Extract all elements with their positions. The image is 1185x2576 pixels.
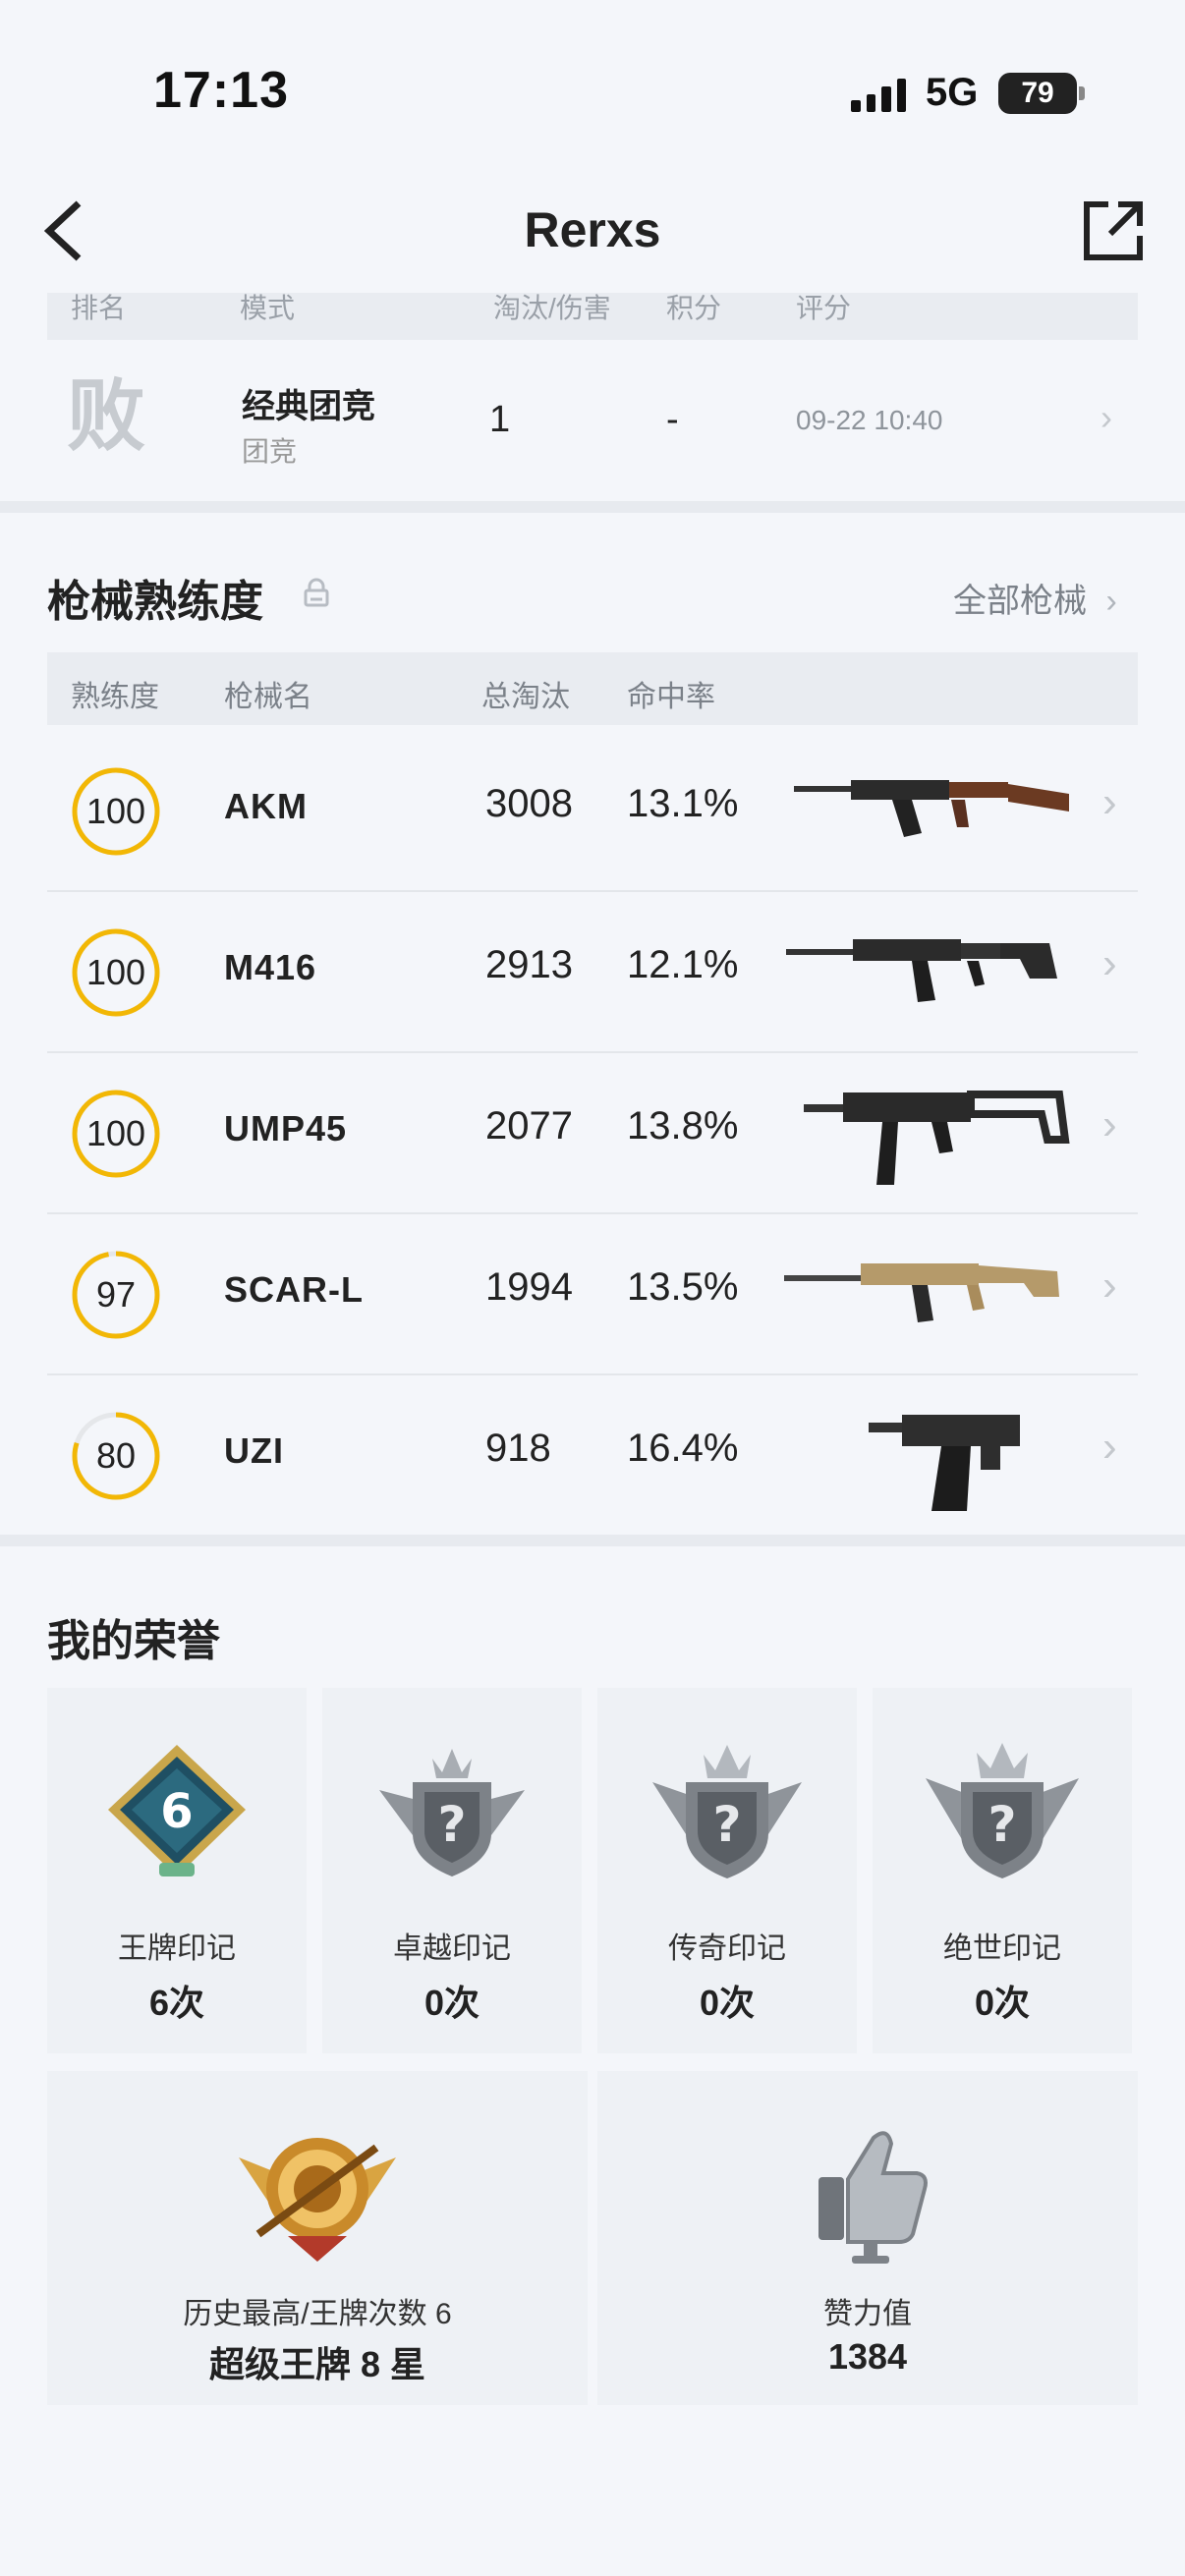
col-rank: 排名 bbox=[71, 293, 127, 323]
network-type: 5G bbox=[926, 71, 979, 114]
match-kills: 1 bbox=[489, 399, 511, 440]
weapon-accuracy: 13.5% bbox=[627, 1265, 739, 1309]
weapon-kills: 3008 bbox=[485, 782, 573, 825]
share-button[interactable] bbox=[1081, 198, 1146, 263]
weapon-name: UZI bbox=[224, 1430, 284, 1471]
share-icon bbox=[1084, 201, 1143, 260]
honor-label: 传奇印记 bbox=[668, 1932, 786, 1965]
super-ace-emblem-icon bbox=[239, 2138, 396, 2262]
locked-crown-badge-icon: ? bbox=[926, 1743, 1079, 1878]
status-time: 17:13 bbox=[153, 62, 289, 119]
chevron-right-icon: › bbox=[1102, 778, 1117, 826]
weapons-section-title: 枪械熟练度 bbox=[47, 578, 263, 626]
honor-card-ace[interactable]: 6 王牌印记 6次 bbox=[47, 1688, 307, 2053]
weapon-kills: 918 bbox=[485, 1427, 551, 1470]
smg-ump45-icon bbox=[774, 1071, 1108, 1193]
result-badge: 败 bbox=[67, 372, 145, 460]
col-weapon-name: 枪械名 bbox=[224, 681, 312, 713]
proficiency-level: 100 bbox=[85, 952, 146, 992]
weapon-name: AKM bbox=[224, 786, 308, 826]
proficiency-level: 100 bbox=[85, 791, 146, 831]
battery-icon: 79 bbox=[998, 73, 1077, 114]
honor-count: 0次 bbox=[423, 1983, 480, 2023]
weapon-kills: 1994 bbox=[485, 1265, 573, 1309]
peak-rank-card[interactable]: 历史最高/王牌次数 6 超级王牌 8 星 bbox=[47, 2071, 588, 2405]
locked-crown-badge-icon: ? bbox=[652, 1745, 802, 1878]
honor-count: 0次 bbox=[699, 1983, 756, 2023]
battery-cap bbox=[1079, 86, 1085, 100]
weapon-kills: 2077 bbox=[485, 1104, 573, 1148]
lock-icon bbox=[304, 578, 329, 607]
chevron-right-icon: › bbox=[1102, 1100, 1117, 1148]
col-accuracy: 命中率 bbox=[627, 681, 715, 713]
badge-question-mark: ? bbox=[988, 1796, 1016, 1853]
smg-uzi-icon bbox=[774, 1393, 1108, 1515]
badge-question-mark: ? bbox=[712, 1796, 741, 1853]
match-time: 09-22 10:40 bbox=[796, 405, 943, 435]
honor-count: 6次 bbox=[148, 1983, 205, 2023]
section-divider bbox=[0, 1535, 1185, 1546]
ace-badge-icon: 6 bbox=[108, 1745, 246, 1876]
honor-card-excellent[interactable]: ? 卓越印记 0次 bbox=[322, 1688, 582, 2053]
badge-question-mark: ? bbox=[437, 1796, 466, 1853]
honor-label: 卓越印记 bbox=[393, 1932, 511, 1965]
likes-card[interactable]: 赞力值 1384 bbox=[597, 2071, 1138, 2405]
honor-label: 王牌印记 bbox=[118, 1932, 236, 1965]
weapon-row[interactable]: 100 AKM 3008 13.1% › bbox=[47, 729, 1138, 892]
thumbs-up-icon bbox=[818, 2131, 928, 2264]
match-table-header: 排名 模式 淘汰/伤害 积分 评分 bbox=[47, 293, 1138, 340]
proficiency-level: 80 bbox=[95, 1435, 137, 1476]
locked-crown-badge-icon: ? bbox=[379, 1749, 525, 1876]
honors-section-title: 我的荣誉 bbox=[47, 1617, 220, 1665]
honor-card-peerless[interactable]: ? 绝世印记 0次 bbox=[873, 1688, 1132, 2053]
match-mode: 经典团竞 bbox=[242, 388, 375, 425]
proficiency-level: 100 bbox=[85, 1113, 146, 1153]
col-total-kills: 总淘汰 bbox=[481, 681, 570, 713]
chevron-right-icon: › bbox=[1100, 397, 1112, 437]
weapon-row[interactable]: 100 M416 2913 12.1% › bbox=[47, 890, 1138, 1053]
match-row[interactable]: 败 经典团竞 团竞 1 - 09-22 10:40 › bbox=[47, 354, 1138, 491]
honor-count: 0次 bbox=[974, 1983, 1031, 2023]
proficiency-level: 97 bbox=[95, 1274, 137, 1315]
weapon-row[interactable]: 97 SCAR-L 1994 13.5% › bbox=[47, 1212, 1138, 1375]
rifle-scarl-icon bbox=[774, 1232, 1108, 1354]
col-kills-damage: 淘汰/伤害 bbox=[493, 293, 611, 323]
col-points: 积分 bbox=[666, 293, 722, 323]
weapon-accuracy: 16.4% bbox=[627, 1427, 739, 1470]
weapon-row[interactable]: 80 UZI 918 16.4% › bbox=[47, 1373, 1138, 1537]
likes-value: 1384 bbox=[827, 2336, 908, 2377]
rifle-akm-icon bbox=[774, 749, 1108, 870]
all-weapons-label: 全部枪械 bbox=[953, 583, 1087, 620]
weapon-name: UMP45 bbox=[224, 1108, 348, 1148]
weapon-name: SCAR-L bbox=[224, 1269, 364, 1310]
section-divider bbox=[0, 501, 1185, 513]
likes-label: 赞力值 bbox=[823, 2298, 912, 2330]
chevron-right-icon: › bbox=[1102, 939, 1117, 987]
col-proficiency: 熟练度 bbox=[71, 681, 159, 713]
all-weapons-link[interactable]: 全部枪械 › bbox=[953, 574, 1117, 622]
peak-rank-value: 超级王牌 8 星 bbox=[208, 2344, 426, 2384]
weapons-table-header: 熟练度 枪械名 总淘汰 命中率 bbox=[47, 652, 1138, 725]
chevron-right-icon: › bbox=[1105, 583, 1117, 620]
chevron-right-icon: › bbox=[1102, 1423, 1117, 1471]
rifle-m416-icon bbox=[774, 910, 1108, 1032]
ace-badge-number: 6 bbox=[160, 1784, 193, 1839]
page-title: Rerxs bbox=[524, 202, 661, 257]
col-rating: 评分 bbox=[796, 293, 852, 323]
chevron-right-icon: › bbox=[1102, 1261, 1117, 1310]
signal-icon bbox=[851, 77, 906, 112]
weapon-accuracy: 12.1% bbox=[627, 943, 739, 986]
honor-card-legend[interactable]: ? 传奇印记 0次 bbox=[597, 1688, 857, 2053]
weapon-row[interactable]: 100 UMP45 2077 13.8% › bbox=[47, 1051, 1138, 1214]
honor-label: 绝世印记 bbox=[943, 1932, 1061, 1965]
match-score: - bbox=[666, 399, 679, 440]
weapon-accuracy: 13.1% bbox=[627, 782, 739, 825]
peak-rank-label: 历史最高/王牌次数 6 bbox=[183, 2298, 452, 2330]
match-sub-mode: 团竞 bbox=[242, 436, 298, 467]
weapon-name: M416 bbox=[224, 947, 317, 987]
weapon-kills: 2913 bbox=[485, 943, 573, 986]
col-mode: 模式 bbox=[240, 293, 296, 323]
weapon-accuracy: 13.8% bbox=[627, 1104, 739, 1148]
